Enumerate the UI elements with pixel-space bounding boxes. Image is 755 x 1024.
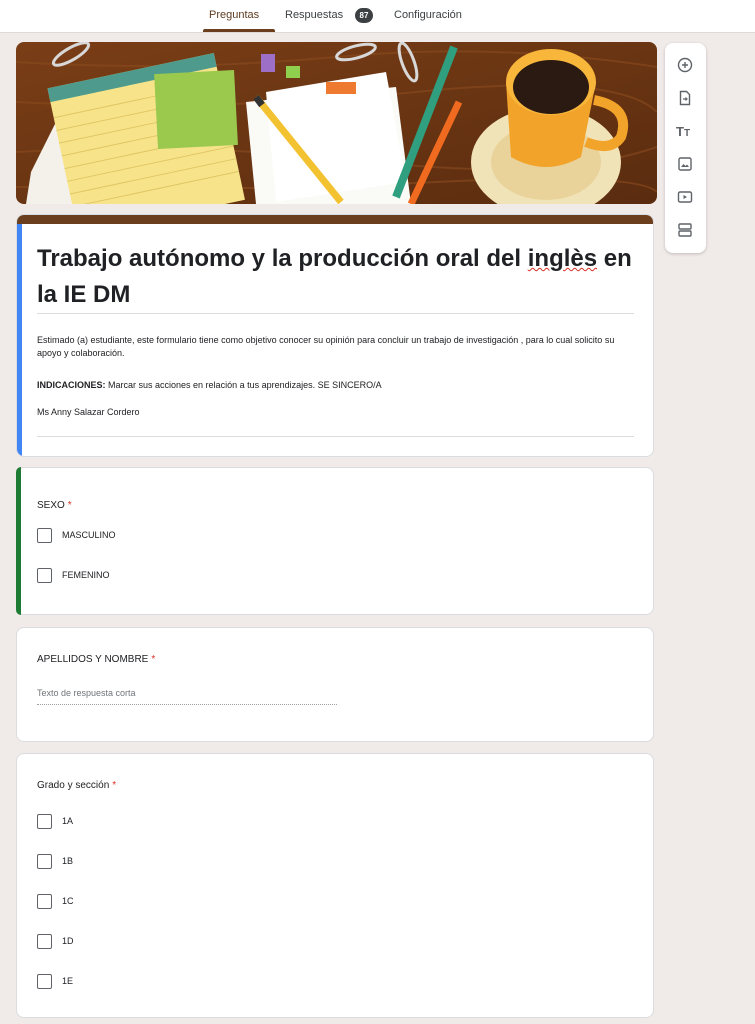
add-title-icon[interactable]: TT bbox=[673, 119, 697, 143]
question-card-grado-seccion[interactable]: Grado y sección * 1A 1B 1C 1D 1E bbox=[16, 753, 654, 1018]
tab-respuestas[interactable]: Respuestas bbox=[285, 9, 343, 21]
option-1e[interactable]: 1E bbox=[37, 973, 73, 989]
question-title: SEXO * bbox=[37, 500, 72, 511]
indications-text: Marcar sus acciones en relación a tus ap… bbox=[105, 380, 382, 390]
question-title-text: Grado y sección bbox=[37, 780, 110, 791]
form-title-card[interactable]: Trabajo autónomo y la producción oral de… bbox=[16, 214, 654, 457]
description-underline bbox=[37, 436, 634, 437]
question-title-text: SEXO bbox=[37, 500, 65, 511]
responses-count-badge: 87 bbox=[355, 8, 373, 23]
form-title[interactable]: Trabajo autónomo y la producción oral de… bbox=[37, 241, 637, 313]
option-femenino[interactable]: FEMENINO bbox=[37, 567, 110, 583]
form-indications: INDICACIONES: Marcar sus acciones en rel… bbox=[37, 379, 637, 392]
indications-label: INDICACIONES: bbox=[37, 380, 106, 390]
question-title: Grado y sección * bbox=[37, 780, 116, 791]
option-1c[interactable]: 1C bbox=[37, 893, 74, 909]
required-asterisk: * bbox=[112, 780, 117, 791]
checkbox[interactable] bbox=[37, 973, 52, 989]
option-1d[interactable]: 1D bbox=[37, 933, 74, 949]
selected-indicator bbox=[17, 224, 22, 456]
option-label: MASCULINO bbox=[62, 530, 116, 540]
checkbox[interactable] bbox=[37, 567, 52, 583]
add-section-icon[interactable] bbox=[673, 218, 697, 242]
required-asterisk: * bbox=[151, 654, 156, 665]
question-title-text: APELLIDOS Y NOMBRE bbox=[37, 654, 149, 665]
checkbox[interactable] bbox=[37, 853, 52, 869]
short-answer-field[interactable]: Texto de respuesta corta bbox=[37, 688, 337, 705]
checkbox[interactable] bbox=[37, 933, 52, 949]
option-label: 1A bbox=[62, 816, 74, 826]
option-1a[interactable]: 1A bbox=[37, 813, 73, 829]
question-toolbar: TT bbox=[665, 43, 706, 253]
tab-preguntas[interactable]: Preguntas bbox=[209, 9, 259, 21]
checkbox[interactable] bbox=[37, 893, 52, 909]
option-label: 1D bbox=[62, 936, 74, 946]
add-video-icon[interactable] bbox=[673, 185, 697, 209]
svg-text:T: T bbox=[684, 128, 690, 139]
question-title: APELLIDOS Y NOMBRE * bbox=[37, 654, 155, 665]
question-card-apellidos-nombre[interactable]: APELLIDOS Y NOMBRE * Texto de respuesta c… bbox=[16, 627, 654, 742]
option-masculino[interactable]: MASCULINO bbox=[37, 527, 116, 543]
checkbox[interactable] bbox=[37, 527, 52, 543]
header-image bbox=[16, 42, 657, 204]
form-author: Ms Anny Salazar Cordero bbox=[37, 407, 140, 417]
active-question-indicator bbox=[16, 467, 21, 615]
question-card-sexo[interactable]: SEXO * MASCULINO FEMENINO bbox=[16, 467, 654, 615]
title-underline bbox=[37, 313, 634, 314]
option-label: 1C bbox=[62, 896, 74, 906]
theme-stripe bbox=[17, 215, 653, 224]
option-label: 1B bbox=[62, 856, 74, 866]
form-title-misspelled-word: inglès bbox=[527, 245, 598, 272]
tab-configuracion[interactable]: Configuración bbox=[394, 9, 462, 21]
option-label: 1E bbox=[62, 976, 74, 986]
required-asterisk: * bbox=[67, 500, 72, 511]
form-description[interactable]: Estimado (a) estudiante, este formulario… bbox=[37, 334, 637, 360]
option-label: FEMENINO bbox=[62, 570, 110, 580]
form-title-text: Trabajo autónomo y la producción oral de… bbox=[37, 245, 528, 272]
add-image-icon[interactable] bbox=[673, 152, 697, 176]
option-1b[interactable]: 1B bbox=[37, 853, 73, 869]
top-tab-bar: Preguntas Respuestas 87 Configuración bbox=[0, 0, 755, 33]
import-questions-icon[interactable] bbox=[673, 86, 697, 110]
checkbox[interactable] bbox=[37, 813, 52, 829]
svg-text:T: T bbox=[676, 124, 684, 139]
active-tab-indicator bbox=[203, 29, 275, 32]
add-question-icon[interactable] bbox=[673, 53, 697, 77]
